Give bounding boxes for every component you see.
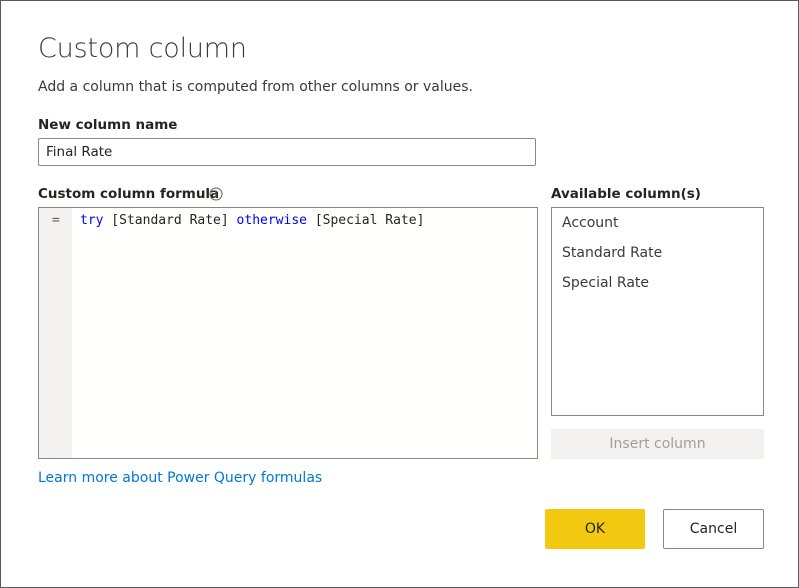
new-column-name-label: New column name (38, 117, 178, 133)
custom-column-dialog: Custom column Add a column that is compu… (0, 0, 799, 588)
new-column-name-input[interactable] (38, 138, 536, 166)
dialog-title: Custom column (38, 33, 247, 64)
formula-label: Custom column formula (38, 186, 220, 202)
gutter-equals: = (52, 213, 60, 228)
available-columns-label: Available column(s) (551, 186, 701, 202)
learn-more-link[interactable]: Learn more about Power Query formulas (38, 470, 322, 486)
cancel-button[interactable]: Cancel (663, 509, 764, 549)
formula-code[interactable]: try [Standard Rate] otherwise [Special R… (80, 213, 424, 228)
field-special-rate: [Special Rate] (307, 213, 425, 228)
ok-button[interactable]: OK (545, 509, 645, 549)
available-columns-list: Account Standard Rate Special Rate (551, 207, 764, 416)
column-item-standard-rate[interactable]: Standard Rate (562, 245, 662, 261)
dialog-subtitle: Add a column that is computed from other… (38, 79, 473, 95)
insert-column-button[interactable]: Insert column (551, 429, 764, 459)
column-item-account[interactable]: Account (562, 215, 619, 231)
field-standard-rate: [Standard Rate] (103, 213, 237, 228)
keyword-otherwise: otherwise (236, 213, 307, 228)
keyword-try: try (80, 213, 104, 228)
info-icon[interactable] (209, 187, 223, 201)
editor-gutter: = (39, 208, 72, 458)
formula-editor[interactable]: = try [Standard Rate] otherwise [Special… (38, 207, 538, 459)
column-item-special-rate[interactable]: Special Rate (562, 275, 649, 291)
